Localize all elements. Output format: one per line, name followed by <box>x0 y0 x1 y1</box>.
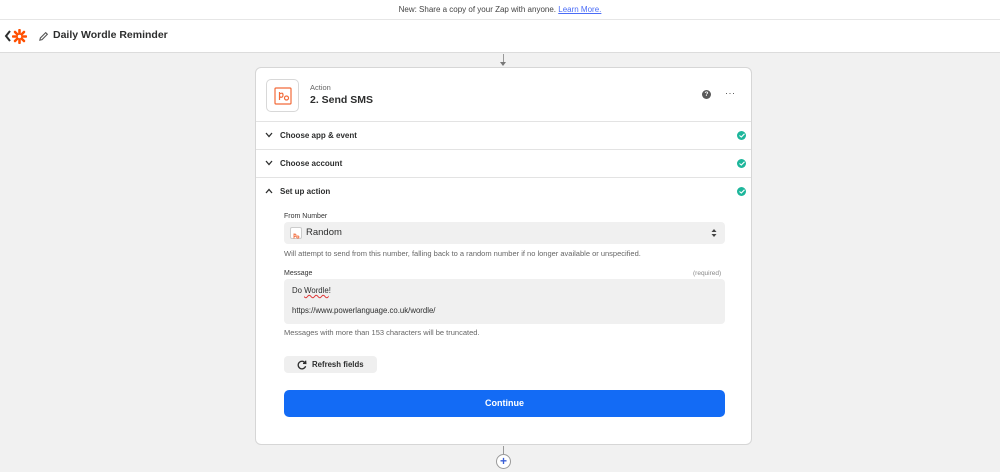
learn-more-link[interactable]: Learn More. <box>558 5 601 14</box>
refresh-fields-button[interactable]: Refresh fields <box>284 356 377 373</box>
add-step-button[interactable]: + <box>496 454 511 469</box>
section-choose-app-event[interactable]: Choose app & event <box>256 122 751 150</box>
refresh-fields-label: Refresh fields <box>312 360 364 369</box>
message-line-2: https://www.powerlanguage.co.uk/wordle/ <box>292 306 436 315</box>
banner-text: New: Share a copy of your Zap with anyon… <box>398 5 557 14</box>
from-number-value: Random <box>306 227 342 238</box>
connector-arrow-icon <box>500 62 506 66</box>
check-circle-icon <box>737 187 746 196</box>
announcement-banner: New: Share a copy of your Zap with anyon… <box>0 0 1000 20</box>
section-label: Set up action <box>280 187 331 196</box>
chevron-up-icon <box>265 188 273 194</box>
message-label: Message <box>284 270 313 277</box>
misspelled-word: Wordle <box>304 286 329 295</box>
zapier-logo-icon[interactable] <box>12 29 27 44</box>
continue-button[interactable]: Continue <box>284 390 725 417</box>
section-label: Choose app & event <box>280 131 357 140</box>
help-icon[interactable]: ? <box>702 90 711 99</box>
message-textarea[interactable]: Do Wordle! https://www.powerlanguage.co.… <box>284 279 725 324</box>
sms-app-icon <box>266 79 299 112</box>
select-arrows-icon <box>711 229 717 237</box>
section-label: Choose account <box>280 159 343 168</box>
message-help: Messages with more than 153 characters w… <box>284 328 480 337</box>
section-choose-account[interactable]: Choose account <box>256 150 751 178</box>
from-number-label: From Number <box>284 213 328 220</box>
from-number-help: Will attempt to send from this number, f… <box>284 249 641 258</box>
sms-app-icon <box>290 227 302 239</box>
check-circle-icon <box>737 159 746 168</box>
chevron-down-icon <box>265 160 273 166</box>
zap-title[interactable]: Daily Wordle Reminder <box>53 29 168 41</box>
message-line-1: Do Wordle! <box>292 286 331 295</box>
section-set-up-action[interactable]: Set up action <box>256 178 751 206</box>
step-card: Action 2. Send SMS ? ··· Choose app & ev… <box>255 67 752 445</box>
step-kind: Action <box>310 83 331 92</box>
from-number-select[interactable]: Random <box>284 222 725 244</box>
connector-line <box>503 446 504 454</box>
check-circle-icon <box>737 131 746 140</box>
refresh-icon <box>297 360 307 370</box>
more-options-icon[interactable]: ··· <box>725 88 736 98</box>
step-title: 2. Send SMS <box>310 94 374 106</box>
chevron-down-icon <box>265 132 273 138</box>
editor-header: Daily Wordle Reminder <box>0 20 1000 53</box>
step-card-header[interactable]: Action 2. Send SMS ? ··· <box>256 68 751 122</box>
pencil-icon[interactable] <box>38 31 49 42</box>
required-indicator: (required) <box>693 270 722 277</box>
